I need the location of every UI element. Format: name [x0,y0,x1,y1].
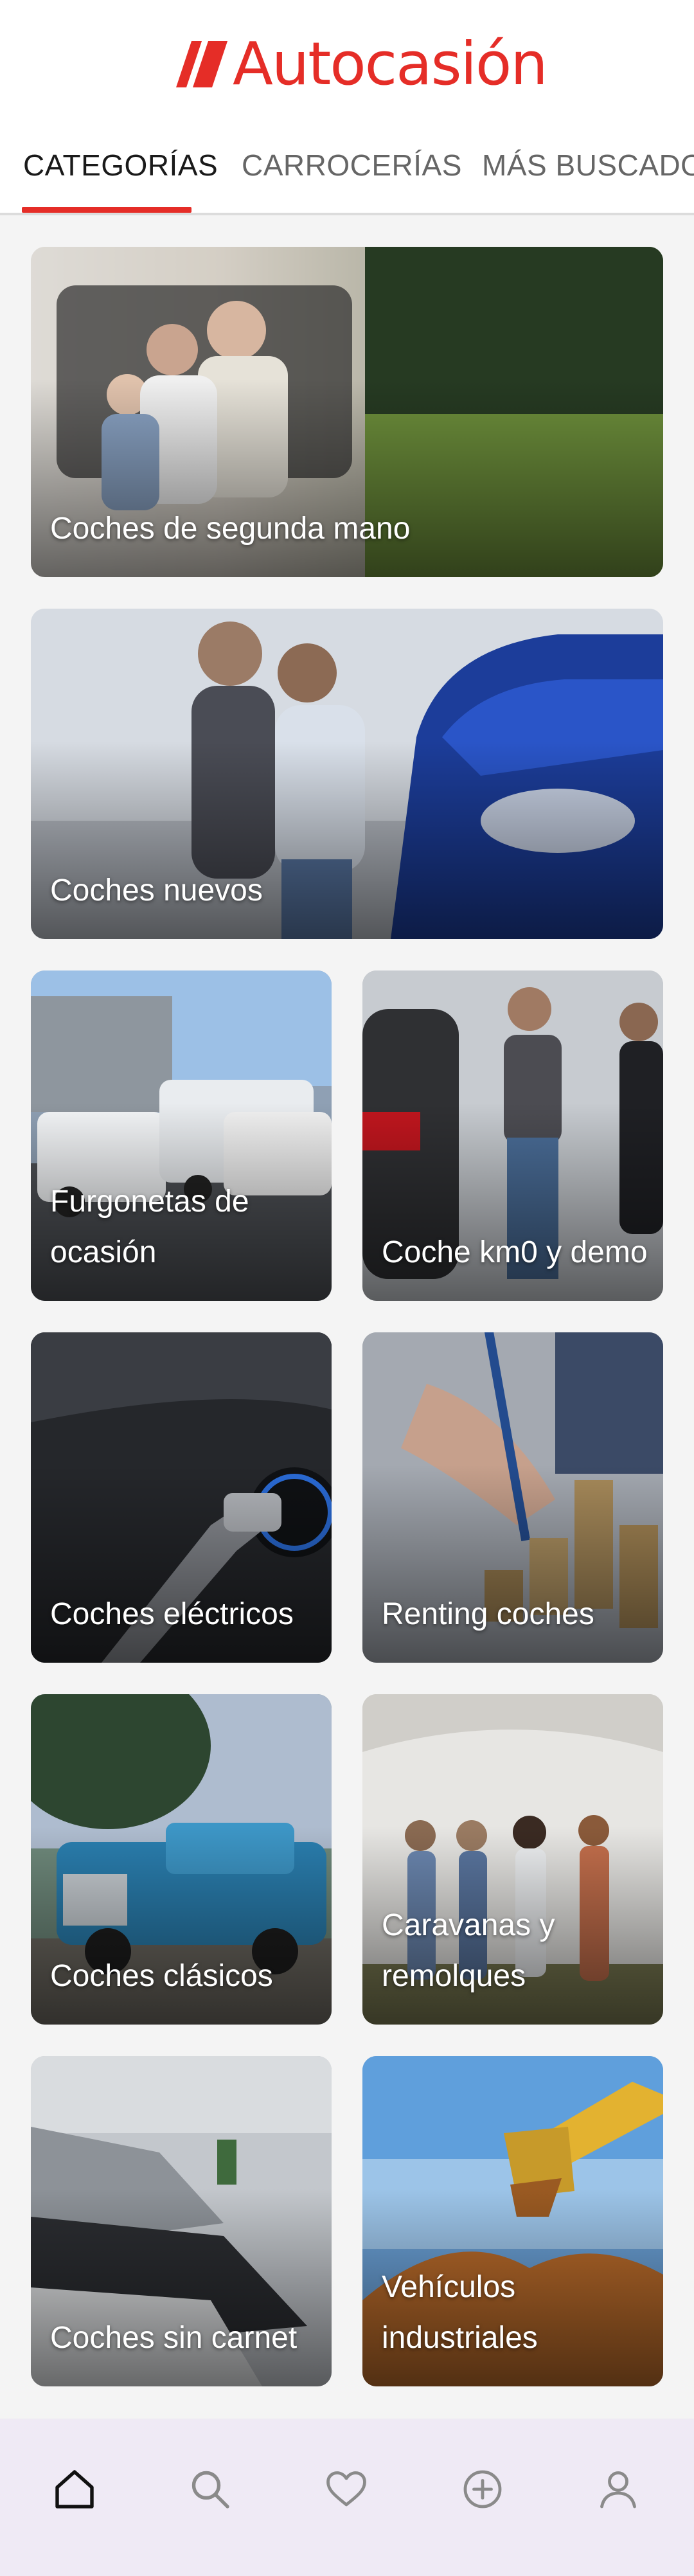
category-label: Caravanas y remolques [382,1908,555,1993]
category-label: Vehículos industriales [382,2270,538,2355]
category-label: Coches de segunda mano [50,512,411,546]
brand-name: Autocasión [233,30,548,98]
category-label: Furgonetas de ocasión [50,1185,249,1269]
profile-icon [600,2471,636,2509]
category-card-nuevos[interactable]: Coches nuevos [31,609,663,939]
category-label: Renting coches [382,1597,594,1631]
logo-mark-icon [176,41,227,87]
active-tab-indicator [22,207,191,213]
category-card-segunda-mano[interactable]: Coches de segunda mano [31,247,663,577]
category-card-electricos[interactable]: Coches eléctricos [31,1332,332,1663]
nav-favorites[interactable] [314,2457,378,2521]
category-label: Coches nuevos [50,873,263,908]
nav-home[interactable] [42,2457,107,2521]
category-card-km0[interactable]: Coche km0 y demo [362,970,663,1301]
category-label: Coches sin carnet [50,2321,298,2355]
category-card-caravanas[interactable]: Caravanas y remolques [362,1694,663,2025]
category-tabs: CATEGORÍAS CARROCERÍAS MÁS BUSCADOS [0,135,694,215]
category-label: Coches clásicos [50,1959,273,1993]
home-icon [55,2470,94,2509]
category-card-furgonetas[interactable]: Furgonetas de ocasión [31,970,332,1301]
nav-profile[interactable] [586,2457,650,2521]
nav-search[interactable] [178,2457,242,2521]
bottom-navigation [0,2419,694,2576]
category-card-industriales[interactable]: Vehículos industriales [362,2056,663,2386]
category-label: Coche km0 y demo [382,1235,648,1269]
tab-mas-buscados[interactable]: MÁS BUSCADOS [482,148,694,183]
category-card-clasicos[interactable]: Coches clásicos [31,1694,332,2025]
brand-logo[interactable]: Autocasión [174,26,548,103]
category-card-sin-carnet[interactable]: Coches sin carnet [31,2056,332,2386]
search-icon [191,2471,229,2509]
category-card-renting[interactable]: Renting coches [362,1332,663,1663]
category-label: Coches eléctricos [50,1597,294,1631]
add-circle-icon [463,2470,502,2509]
tab-carrocerias[interactable]: CARROCERÍAS [242,148,462,183]
tab-categorias[interactable]: CATEGORÍAS [23,148,218,183]
heart-icon [326,2471,366,2507]
app-header: Autocasión CATEGORÍAS CARROCERÍAS MÁS BU… [0,0,694,215]
nav-publish[interactable] [450,2457,515,2521]
